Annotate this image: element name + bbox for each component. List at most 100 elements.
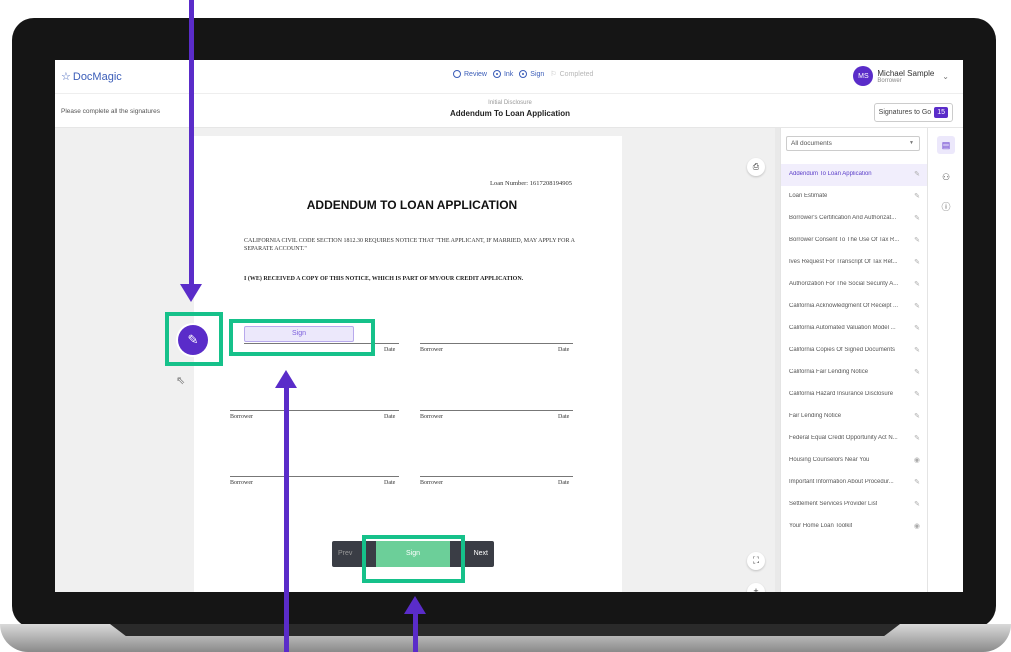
loan-number: Loan Number: 1617208194905	[490, 180, 572, 187]
user-role: Borrower	[877, 77, 902, 84]
date-label: Date	[384, 347, 396, 353]
eye-icon[interactable]: ◉	[914, 456, 920, 464]
radio-dot-icon	[519, 70, 528, 78]
user-menu[interactable]: MS Michael Sample Borrower ⌄	[853, 66, 949, 86]
progress-steps: Review Ink Sign ⚐ Completed	[453, 70, 593, 78]
cursor-icon: ⇖	[176, 375, 186, 387]
pencil-icon[interactable]: ✎	[914, 390, 920, 398]
pencil-icon[interactable]: ✎	[914, 324, 920, 332]
step-sign: Sign	[519, 70, 544, 78]
signature-line	[420, 476, 573, 477]
document-category: Initial Disclosure	[488, 100, 532, 106]
document-list-item[interactable]: Fair Lending Notice ✎	[781, 406, 928, 428]
flag-icon: ⚐	[550, 71, 557, 78]
signatures-to-go-button[interactable]: Signatures to Go 15	[873, 103, 953, 122]
star-icon: ☆	[61, 71, 71, 83]
document-list-item[interactable]: Addendum To Loan Application ✎	[781, 164, 928, 186]
step-completed: ⚐ Completed	[550, 70, 594, 79]
document-list-item[interactable]: California Fair Lending Notice ✎	[781, 362, 928, 384]
user-name: Michael Sample	[877, 68, 935, 78]
document-list-item[interactable]: Loan Estimate ✎	[781, 186, 928, 208]
document-page: Loan Number: 1617208194905 ADDENDUM TO L…	[194, 136, 622, 592]
chevron-down-icon[interactable]: ⌄	[942, 72, 949, 81]
document-list-item[interactable]: Authorization For The Social Security A.…	[781, 274, 928, 296]
step-ink: Ink	[492, 70, 513, 78]
arrow-head-up	[404, 596, 426, 614]
document-list-item[interactable]: California Copies Of Signed Documents ✎	[781, 340, 928, 362]
signature-line	[230, 476, 399, 477]
notice-paragraph: CALIFORNIA CIVIL CODE SECTION 1812.30 RE…	[244, 238, 575, 252]
signatures-count-badge: 15	[934, 107, 948, 118]
date-label: Date	[558, 414, 570, 420]
pencil-icon[interactable]: ✎	[914, 236, 920, 244]
fit-page-icon[interactable]: ⛶	[747, 552, 765, 570]
info-icon[interactable]: ⓘ	[937, 198, 955, 216]
date-label: Date	[384, 480, 396, 486]
pencil-icon[interactable]: ✎	[914, 368, 920, 376]
page-title: ADDENDUM TO LOAN APPLICATION	[306, 198, 518, 212]
zoom-in-icon[interactable]: +	[747, 583, 765, 592]
pen-icon[interactable]: ✎	[178, 325, 208, 355]
document-heading: Initial Disclosure Addendum To Loan Appl…	[375, 100, 645, 118]
document-filter-select[interactable]: All documents ▼	[786, 136, 920, 151]
document-title: Addendum To Loan Application	[450, 109, 570, 118]
pencil-icon[interactable]: ✎	[914, 500, 920, 508]
document-list-item[interactable]: California Acknowledgment Of Receipt ...…	[781, 296, 928, 318]
documents-panel: All documents ▼ Addendum To Loan Applica…	[780, 128, 928, 592]
pencil-icon[interactable]: ✎	[914, 302, 920, 310]
highlight-box	[229, 319, 375, 356]
annotation-arrow	[189, 0, 194, 285]
document-list-item[interactable]: Settlement Services Provider List ✎	[781, 494, 928, 516]
acknowledgement-text: I (WE) RECEIVED A COPY OF THIS NOTICE, W…	[244, 276, 524, 282]
document-list-item[interactable]: Borrower's Certification And Authorizat.…	[781, 208, 928, 230]
document-list-item[interactable]: California Hazard Insurance Disclosure ✎	[781, 384, 928, 406]
document-list-item[interactable]: Your Home Loan Toolkit ◉	[781, 516, 928, 538]
users-icon[interactable]: ⚇	[937, 168, 955, 186]
document-list-item[interactable]: Federal Equal Credit Opportunity Act N..…	[781, 428, 928, 450]
pencil-icon[interactable]: ✎	[914, 346, 920, 354]
chevron-down-icon: ▼	[909, 140, 914, 146]
pencil-icon[interactable]: ✎	[914, 412, 920, 420]
document-viewer: Loan Number: 1617208194905 ADDENDUM TO L…	[55, 128, 780, 592]
side-rail: ▤ ⚇ ⓘ	[927, 128, 963, 592]
signature-line	[420, 410, 573, 411]
pencil-icon[interactable]: ✎	[914, 478, 920, 486]
pencil-icon[interactable]: ✎	[914, 192, 920, 200]
radio-dot-icon	[492, 70, 501, 78]
borrower-label: Borrower	[420, 414, 443, 420]
eye-icon[interactable]: ◉	[914, 522, 920, 530]
document-list-item[interactable]: Borrower Consent To The Use Of Tax R... ✎	[781, 230, 928, 252]
document-icon[interactable]: ▤	[937, 136, 955, 154]
document-list: Addendum To Loan Application ✎ Loan Estima…	[781, 164, 928, 538]
pencil-icon[interactable]: ✎	[914, 434, 920, 442]
docmagic-logo[interactable]: ☆ DocMagic	[61, 70, 122, 83]
signature-line	[420, 343, 573, 344]
borrower-label: Borrower	[420, 480, 443, 486]
borrower-label: Borrower	[230, 414, 253, 420]
document-list-item[interactable]: California Automated Valuation Model ...…	[781, 318, 928, 340]
step-review: Review	[453, 70, 487, 78]
laptop-hinge	[110, 624, 900, 636]
next-button[interactable]: Next	[474, 550, 488, 557]
date-label: Date	[384, 414, 396, 420]
document-list-item[interactable]: Housing Counselors Near You ◉	[781, 450, 928, 472]
pencil-icon[interactable]: ✎	[914, 214, 920, 222]
instruction-text: Please complete all the signatures	[61, 108, 161, 115]
print-icon[interactable]: ⎙	[747, 158, 765, 176]
annotation-arrow	[413, 612, 418, 652]
document-list-item[interactable]: Ives Request For Transcript Of Tax Ret..…	[781, 252, 928, 274]
date-label: Date	[558, 347, 570, 353]
document-list-item[interactable]: Important Information About Procedur... ✎	[781, 472, 928, 494]
pencil-icon[interactable]: ✎	[914, 170, 920, 178]
highlight-box	[362, 535, 465, 583]
date-label: Date	[558, 480, 570, 486]
signature-line	[230, 410, 399, 411]
avatar: MS	[853, 66, 874, 86]
pencil-icon[interactable]: ✎	[914, 258, 920, 266]
check-circle-icon	[453, 70, 461, 78]
arrow-head-up	[275, 370, 297, 388]
arrow-head-down	[180, 284, 202, 302]
pencil-icon[interactable]: ✎	[914, 280, 920, 288]
borrower-label: Borrower	[230, 480, 253, 486]
prev-button[interactable]: Prev	[338, 550, 352, 557]
